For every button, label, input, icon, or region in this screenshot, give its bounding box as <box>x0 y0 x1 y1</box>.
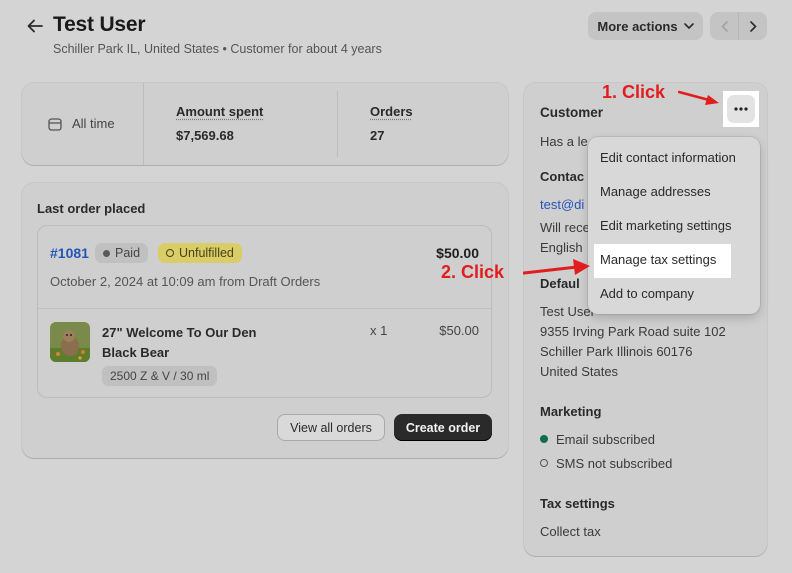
arrow-left-icon <box>27 19 43 33</box>
annotation-step2: 2. Click <box>441 262 505 282</box>
annotation-step1: 1. Click <box>602 82 666 102</box>
period-label: All time <box>72 116 115 131</box>
subscribed-dot-icon <box>540 435 548 443</box>
more-actions-label: More actions <box>597 18 678 34</box>
bear-image <box>50 322 90 362</box>
red-arrow-icon <box>523 259 590 275</box>
product-name[interactable]: 27" Welcome To Our Den Black Bear <box>102 323 282 363</box>
menu-item-edit-marketing[interactable]: Edit marketing settings <box>600 218 732 233</box>
sms-subscription-status: SMS not subscribed <box>556 456 673 471</box>
product-thumbnail <box>50 322 90 362</box>
chevron-right-icon <box>749 20 757 32</box>
more-actions-button[interactable]: More actions <box>588 12 703 40</box>
product-name-line1: 27" Welcome To Our Den <box>102 325 257 340</box>
more-horizontal-icon <box>734 107 748 111</box>
customer-note: Has a le <box>540 134 588 149</box>
chevron-left-icon <box>720 20 728 32</box>
order-total: $50.00 <box>436 245 479 261</box>
page-title: Test User <box>53 13 146 36</box>
order-date: October 2, 2024 at 10:09 am from Draft O… <box>50 274 321 289</box>
menu-item-add-to-company[interactable]: Add to company <box>600 286 694 301</box>
order-summary: #1081 Paid Unfulfilled $50.00 October 2,… <box>37 225 492 398</box>
marketing-heading: Marketing <box>540 404 602 419</box>
back-button[interactable] <box>22 14 48 38</box>
divider <box>337 91 338 157</box>
tax-setting-value: Collect tax <box>540 524 601 539</box>
menu-item-edit-contact[interactable]: Edit contact information <box>600 150 736 165</box>
tax-settings-heading: Tax settings <box>540 496 615 511</box>
date-range-selector[interactable]: All time <box>48 116 115 131</box>
order-number-link[interactable]: #1081 <box>50 245 89 261</box>
view-all-orders-button[interactable]: View all orders <box>277 414 385 441</box>
product-name-line2: Black Bear <box>102 345 170 360</box>
chevron-down-icon <box>683 23 694 29</box>
page-subtitle: Schiller Park IL, United States • Custom… <box>53 42 382 56</box>
next-button[interactable] <box>739 12 767 40</box>
orders-label: Orders <box>370 104 413 119</box>
customer-actions-button[interactable] <box>727 95 755 123</box>
previous-button[interactable] <box>710 12 739 40</box>
stats-card: All time Amount spent $7,569.68 Orders 2… <box>22 83 508 165</box>
last-order-heading: Last order placed <box>37 201 146 216</box>
fulfillment-status-label: Unfulfilled <box>179 246 234 260</box>
fulfillment-status-badge: Unfulfilled <box>158 243 242 263</box>
variant-badge: 2500 Z & V / 30 ml <box>102 366 218 386</box>
address-line: Test User <box>540 304 595 319</box>
menu-item-manage-addresses[interactable]: Manage addresses <box>600 184 711 199</box>
customer-language: English <box>540 240 583 255</box>
marketing-note: Will rece <box>540 220 590 235</box>
paid-dot-icon <box>103 249 110 257</box>
payment-status-badge: Paid <box>95 243 149 263</box>
not-subscribed-circle-icon <box>540 459 548 467</box>
last-order-card: Last order placed #1081 Paid Unfulfilled… <box>22 183 508 458</box>
divider <box>38 308 491 309</box>
customer-email-link[interactable]: test@di <box>540 197 584 212</box>
customer-actions-menu: Edit contact information Manage addresse… <box>588 137 760 314</box>
default-address-heading: Defaul <box>540 276 580 291</box>
menu-item-manage-tax[interactable]: Manage tax settings <box>600 252 716 267</box>
item-price: $50.00 <box>439 323 479 338</box>
red-arrow-icon <box>678 90 719 105</box>
item-quantity: x 1 <box>370 323 388 338</box>
orders-value: 27 <box>370 128 385 143</box>
amount-spent-label: Amount spent <box>176 104 264 119</box>
address-line: Schiller Park Illinois 60176 <box>540 344 693 359</box>
payment-status-label: Paid <box>115 246 141 260</box>
calendar-icon <box>48 117 62 131</box>
amount-spent-value: $7,569.68 <box>176 128 234 143</box>
pager <box>710 12 767 40</box>
address-line: United States <box>540 364 619 379</box>
customer-heading: Customer <box>540 105 604 120</box>
contact-heading: Contac <box>540 169 585 184</box>
divider <box>143 83 144 165</box>
email-subscription-status: Email subscribed <box>556 432 655 447</box>
unfulfilled-circle-icon <box>166 249 174 257</box>
create-order-button[interactable]: Create order <box>394 414 492 441</box>
address-line: 9355 Irving Park Road suite 102 <box>540 324 726 339</box>
